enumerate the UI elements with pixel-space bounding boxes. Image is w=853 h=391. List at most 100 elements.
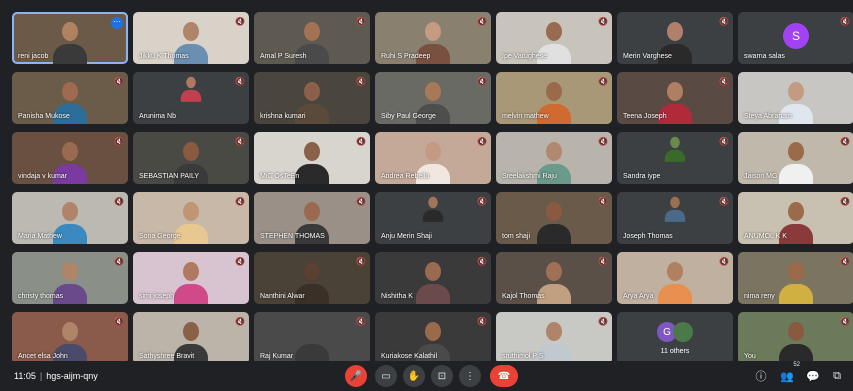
participant-name: SEBASTIAN PAILY bbox=[139, 173, 200, 180]
participant-tile[interactable]: 🔇 Nanthini Alwar bbox=[254, 252, 370, 304]
participant-tile[interactable]: 🔇 Nishitha K bbox=[375, 252, 491, 304]
participant-video bbox=[295, 320, 329, 364]
mic-muted-icon: 🔇 bbox=[719, 137, 729, 146]
participant-head bbox=[304, 82, 320, 101]
participant-tile[interactable]: 🔇 Raj Kumar bbox=[254, 312, 370, 364]
participant-tile[interactable]: 🔇 SEBASTIAN PAILY bbox=[133, 132, 249, 184]
mic-muted-icon: 🔇 bbox=[356, 17, 366, 26]
participant-tile[interactable]: 🔇 Kuriakose Kalathil bbox=[375, 312, 491, 364]
participant-head bbox=[186, 76, 196, 89]
participant-tile[interactable]: 🔇 Anju Merin Shaji bbox=[375, 192, 491, 244]
present-button[interactable]: ⊡ bbox=[431, 365, 453, 387]
activities-button[interactable]: ⧉ bbox=[828, 367, 846, 385]
participant-tile[interactable]: 🔇 Ruhi S Pradeep bbox=[375, 12, 491, 64]
participant-name: Merin Varghese bbox=[623, 53, 672, 60]
end-call-button[interactable]: ☎ bbox=[490, 365, 518, 387]
participant-tile[interactable]: Steya Abraham bbox=[738, 72, 853, 124]
participant-tile[interactable]: 🔇 Panisha Mukose bbox=[12, 72, 128, 124]
participant-tile[interactable]: 🔇 You bbox=[738, 312, 853, 364]
participant-head bbox=[183, 262, 199, 281]
participant-name: Ruhi S Pradeep bbox=[381, 53, 431, 60]
participant-name: Nishitha K bbox=[381, 293, 413, 300]
raise-hand-button[interactable]: ✋ bbox=[403, 365, 425, 387]
participant-video bbox=[295, 140, 329, 184]
participant-tile[interactable]: 🔇 tom shaji bbox=[496, 192, 612, 244]
participant-tile[interactable]: G 11 others bbox=[617, 312, 733, 364]
participant-tile[interactable]: 🔇 Kajol Thomas bbox=[496, 252, 612, 304]
participant-head bbox=[183, 202, 199, 221]
chat-button[interactable]: 💬 bbox=[804, 367, 822, 385]
participant-tile[interactable]: 🔇 Ipe Varughese bbox=[496, 12, 612, 64]
participant-name: Teena Joseph bbox=[623, 113, 667, 120]
participant-head bbox=[304, 22, 320, 41]
participant-video bbox=[664, 196, 686, 222]
participant-tile[interactable]: 🔇 Arunima Nb bbox=[133, 72, 249, 124]
participant-head bbox=[62, 82, 78, 101]
participant-tile[interactable]: 🔇 STEPHEN THOMAS bbox=[254, 192, 370, 244]
participant-tile[interactable]: 🔇 sruthimol P S bbox=[496, 312, 612, 364]
more-options-button[interactable]: ⋮ bbox=[459, 365, 481, 387]
participant-name: Anju Merin Shaji bbox=[381, 233, 432, 240]
participant-video bbox=[779, 260, 813, 304]
participant-tile[interactable]: 🔇 Andrea Rebello bbox=[375, 132, 491, 184]
participant-tile[interactable]: 🔇 Siby Paul George bbox=[375, 72, 491, 124]
more-options-icon[interactable]: ⋯ bbox=[111, 17, 123, 29]
participant-tile[interactable]: 🔇 Ancet elsa John bbox=[12, 312, 128, 364]
participant-tile[interactable]: 🔇 Sathyshree Bravit bbox=[133, 312, 249, 364]
meeting-details-button[interactable]: ⓘ bbox=[752, 367, 770, 385]
participant-head bbox=[546, 322, 562, 341]
participant-tile[interactable]: 🔇 ANUMOL K K bbox=[738, 192, 853, 244]
participant-tile[interactable]: 🔇 melvin mathew bbox=[496, 72, 612, 124]
participant-head bbox=[425, 142, 441, 161]
camera-toggle-button[interactable]: ▭ bbox=[375, 365, 397, 387]
mic-muted-icon: 🔇 bbox=[356, 317, 366, 326]
participant-name: STEPHEN THOMAS bbox=[260, 233, 325, 240]
camera-icon: ▭ bbox=[381, 370, 391, 382]
participant-name: simi joseph bbox=[139, 293, 175, 300]
raise-hand-icon: ✋ bbox=[407, 370, 421, 382]
participant-tile[interactable]: 🔇 Merin Varghese bbox=[617, 12, 733, 64]
participant-tile[interactable]: 🔇 Sona George bbox=[133, 192, 249, 244]
participant-tile[interactable]: 🔇 Sandra iype bbox=[617, 132, 733, 184]
participant-tile[interactable]: 🔇 Jikku K Thomas bbox=[133, 12, 249, 64]
participant-tile[interactable]: ⋯ reni jacob bbox=[12, 12, 128, 64]
participant-body bbox=[416, 284, 450, 304]
participant-video bbox=[779, 140, 813, 184]
participant-name: Arunima Nb bbox=[139, 113, 176, 120]
participant-body bbox=[422, 209, 444, 222]
participant-name: Panisha Mukose bbox=[18, 113, 70, 120]
participant-tile[interactable]: 🔇 nima reny bbox=[738, 252, 853, 304]
participant-name: melvin mathew bbox=[502, 113, 549, 120]
participant-tile[interactable]: 🔇 Joseph Thomas bbox=[617, 192, 733, 244]
participant-tile[interactable]: 🔇 Jaison MG bbox=[738, 132, 853, 184]
participant-tile[interactable]: S 🔇 swarna salas bbox=[738, 12, 853, 64]
participant-tile[interactable]: 🔇 krishna kumari bbox=[254, 72, 370, 124]
participant-video bbox=[664, 136, 686, 162]
mic-muted-icon: 🔇 bbox=[356, 197, 366, 206]
participant-name: vindaja v kumar bbox=[18, 173, 68, 180]
participant-tile[interactable]: 🔇 Teena Joseph bbox=[617, 72, 733, 124]
participant-head bbox=[304, 142, 320, 161]
participant-tile[interactable]: 🔇 simi joseph bbox=[133, 252, 249, 304]
participant-head bbox=[304, 202, 320, 221]
participant-name: Sandra iype bbox=[623, 173, 661, 180]
participant-tile[interactable]: 🔇 vindaja v kumar bbox=[12, 132, 128, 184]
people-button[interactable]: 👥 52 bbox=[778, 362, 800, 385]
mic-muted-icon: 🔇 bbox=[356, 257, 366, 266]
participant-tile[interactable]: 🔇 Maria Mathew bbox=[12, 192, 128, 244]
meeting-info: 11:05 | hgs-aijm-qny bbox=[14, 371, 98, 381]
participant-video bbox=[779, 320, 813, 364]
info-icon: ⓘ bbox=[755, 371, 767, 383]
participant-head bbox=[546, 82, 562, 101]
mic-muted-icon: 🔇 bbox=[598, 137, 608, 146]
participant-tile[interactable]: 🔇 christy thomas bbox=[12, 252, 128, 304]
mic-toggle-button[interactable]: 🎤 bbox=[345, 365, 367, 387]
participant-tile[interactable]: 🔇 MiC OsTeEn bbox=[254, 132, 370, 184]
participant-tile[interactable]: 🔇 Arya Arya bbox=[617, 252, 733, 304]
participant-name: tom shaji bbox=[502, 233, 531, 240]
mic-muted-icon: 🔇 bbox=[719, 77, 729, 86]
participant-head bbox=[62, 202, 78, 221]
mic-muted-icon: 🔇 bbox=[598, 17, 608, 26]
participant-tile[interactable]: 🔇 Sreelakshmi Raju bbox=[496, 132, 612, 184]
participant-tile[interactable]: 🔇 Amal P Suresh bbox=[254, 12, 370, 64]
